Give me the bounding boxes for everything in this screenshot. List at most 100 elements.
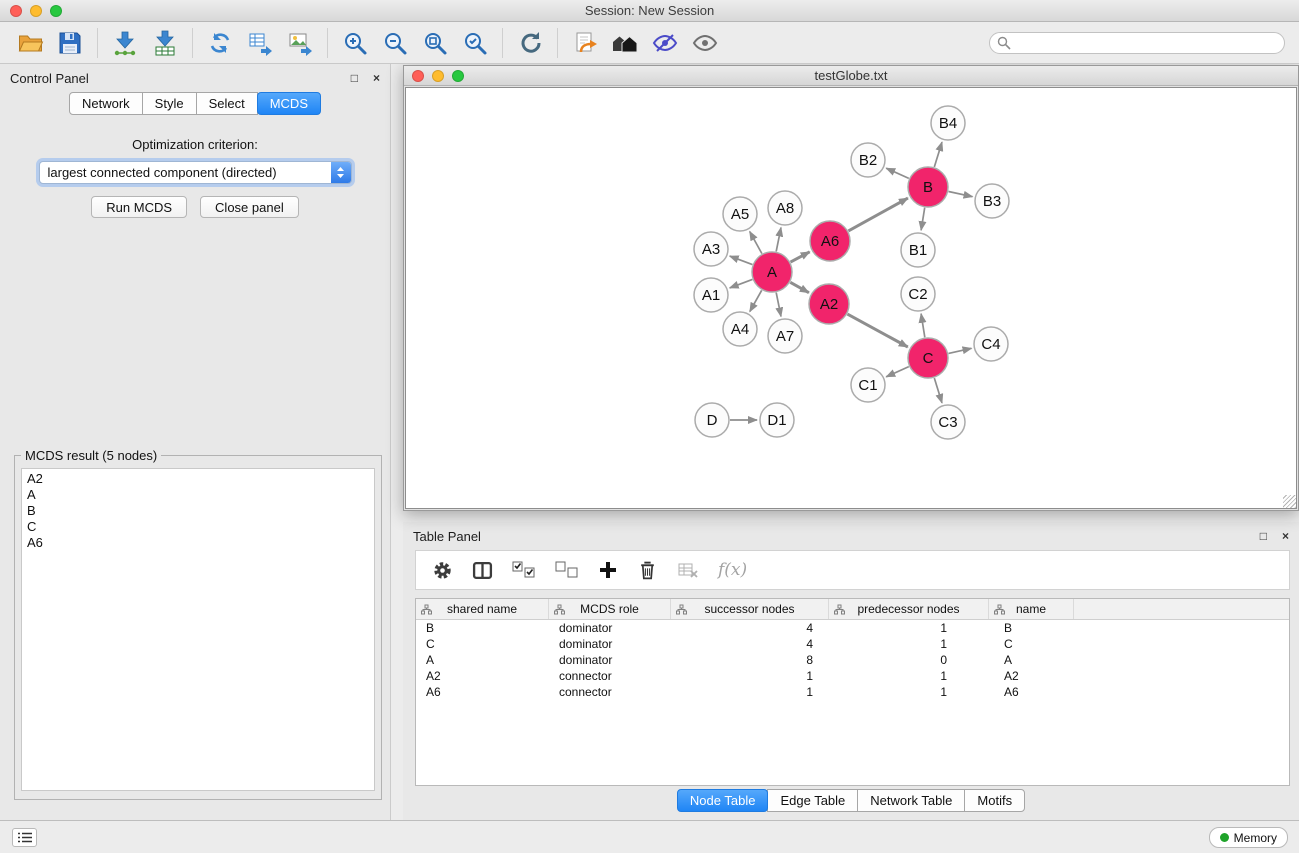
fit-selected-button[interactable] xyxy=(455,26,495,60)
edge-C-C4[interactable] xyxy=(949,348,972,353)
table-row[interactable]: Cdominator41C xyxy=(416,636,1289,652)
table-row[interactable]: A6connector11A6 xyxy=(416,684,1289,700)
page-arrow-button[interactable] xyxy=(565,26,605,60)
column-header-MCDS-role[interactable]: MCDS role xyxy=(549,599,671,619)
float-panel-icon[interactable]: □ xyxy=(351,72,358,84)
table-tab-motifs[interactable]: Motifs xyxy=(964,789,1025,812)
mcds-result-item[interactable]: B xyxy=(22,503,374,519)
node-A3[interactable]: A3 xyxy=(694,232,728,266)
edge-A-A4[interactable] xyxy=(750,290,762,311)
tab-mcds[interactable]: MCDS xyxy=(257,92,321,115)
close-panel-icon[interactable]: × xyxy=(373,72,380,84)
column-header-successor-nodes[interactable]: successor nodes xyxy=(671,599,829,619)
fit-content-button[interactable] xyxy=(415,26,455,60)
node-B3[interactable]: B3 xyxy=(975,184,1009,218)
node-D[interactable]: D xyxy=(695,403,729,437)
node-B4[interactable]: B4 xyxy=(931,106,965,140)
table-row[interactable]: A2connector11A2 xyxy=(416,668,1289,684)
edge-B-B1[interactable] xyxy=(921,208,925,231)
delete-columns-button[interactable] xyxy=(637,560,658,581)
node-C2[interactable]: C2 xyxy=(901,277,935,311)
node-B1[interactable]: B1 xyxy=(901,233,935,267)
mcds-result-item[interactable]: A2 xyxy=(22,471,374,487)
node-C4[interactable]: C4 xyxy=(974,327,1008,361)
float-panel-icon[interactable]: □ xyxy=(1260,530,1267,542)
zoom-in-button[interactable] xyxy=(335,26,375,60)
edge-A-A5[interactable] xyxy=(750,232,762,254)
node-A[interactable]: A xyxy=(752,252,792,292)
export-image-button[interactable] xyxy=(280,26,320,60)
delete-table-button[interactable] xyxy=(677,560,699,580)
close-panel-button[interactable]: Close panel xyxy=(200,196,299,218)
apply-layout-button[interactable] xyxy=(510,26,550,60)
edge-C-C3[interactable] xyxy=(934,378,942,403)
edge-A-A2[interactable] xyxy=(790,282,809,292)
search-input[interactable] xyxy=(989,32,1285,54)
node-A5[interactable]: A5 xyxy=(723,197,757,231)
node-A2[interactable]: A2 xyxy=(809,284,849,324)
node-A4[interactable]: A4 xyxy=(723,312,757,346)
zoom-out-button[interactable] xyxy=(375,26,415,60)
create-column-button[interactable] xyxy=(598,560,618,580)
node-B[interactable]: B xyxy=(908,167,948,207)
eye-slash-button[interactable] xyxy=(645,26,685,60)
function-builder-button[interactable]: f(x) xyxy=(718,560,747,580)
network-minimize-button[interactable] xyxy=(432,70,444,82)
run-mcds-button[interactable]: Run MCDS xyxy=(91,196,187,218)
edge-A-A7[interactable] xyxy=(776,293,781,317)
edge-A-A6[interactable] xyxy=(791,252,810,262)
table-row[interactable]: Adominator80A xyxy=(416,652,1289,668)
edge-B-B3[interactable] xyxy=(949,192,973,197)
resize-grip[interactable] xyxy=(1283,495,1296,508)
table-tab-network-table[interactable]: Network Table xyxy=(857,789,965,812)
select-all-button[interactable] xyxy=(512,560,536,580)
save-session-button[interactable] xyxy=(50,26,90,60)
mcds-result-item[interactable]: A xyxy=(22,487,374,503)
homes-button[interactable] xyxy=(605,26,645,60)
node-C[interactable]: C xyxy=(908,338,948,378)
edge-B-B2[interactable] xyxy=(886,168,909,178)
tab-network[interactable]: Network xyxy=(69,92,143,115)
node-D1[interactable]: D1 xyxy=(760,403,794,437)
minimize-window-button[interactable] xyxy=(30,5,42,17)
column-header-name[interactable]: name xyxy=(989,599,1074,619)
export-network-button[interactable] xyxy=(200,26,240,60)
node-B2[interactable]: B2 xyxy=(851,143,885,177)
node-A1[interactable]: A1 xyxy=(694,278,728,312)
memory-button[interactable]: Memory xyxy=(1209,827,1288,848)
table-row[interactable]: Bdominator41B xyxy=(416,620,1289,636)
mcds-result-item[interactable]: C xyxy=(22,519,374,535)
table-tab-edge-table[interactable]: Edge Table xyxy=(767,789,858,812)
edge-C-C1[interactable] xyxy=(886,367,909,377)
edge-A-A8[interactable] xyxy=(776,228,781,252)
zoom-window-button[interactable] xyxy=(50,5,62,17)
eye-button[interactable] xyxy=(685,26,725,60)
network-zoom-button[interactable] xyxy=(452,70,464,82)
table-mode-button[interactable] xyxy=(432,560,453,581)
node-A6[interactable]: A6 xyxy=(810,221,850,261)
node-C3[interactable]: C3 xyxy=(931,405,965,439)
node-A8[interactable]: A8 xyxy=(768,191,802,225)
export-table-button[interactable] xyxy=(240,26,280,60)
column-header-predecessor-nodes[interactable]: predecessor nodes xyxy=(829,599,989,619)
edge-A-A3[interactable] xyxy=(730,256,753,265)
node-C1[interactable]: C1 xyxy=(851,368,885,402)
table-tab-node-table[interactable]: Node Table xyxy=(677,789,769,812)
deselect-all-button[interactable] xyxy=(555,560,579,580)
column-header-shared-name[interactable]: shared name xyxy=(416,599,549,619)
close-window-button[interactable] xyxy=(10,5,22,17)
node-A7[interactable]: A7 xyxy=(768,319,802,353)
edge-C-C2[interactable] xyxy=(921,314,925,338)
tab-select[interactable]: Select xyxy=(196,92,258,115)
edge-A6-B[interactable] xyxy=(848,198,908,231)
open-session-button[interactable] xyxy=(10,26,50,60)
criterion-dropdown[interactable]: largest connected component (directed) xyxy=(39,161,352,184)
mcds-result-item[interactable]: A6 xyxy=(22,535,374,551)
mcds-result-list[interactable]: A2ABCA6 xyxy=(21,468,375,791)
network-close-button[interactable] xyxy=(412,70,424,82)
task-history-button[interactable] xyxy=(12,828,37,847)
edge-A-A1[interactable] xyxy=(730,279,753,288)
tab-style[interactable]: Style xyxy=(142,92,197,115)
close-panel-icon[interactable]: × xyxy=(1282,530,1289,542)
show-columns-button[interactable] xyxy=(472,560,493,581)
